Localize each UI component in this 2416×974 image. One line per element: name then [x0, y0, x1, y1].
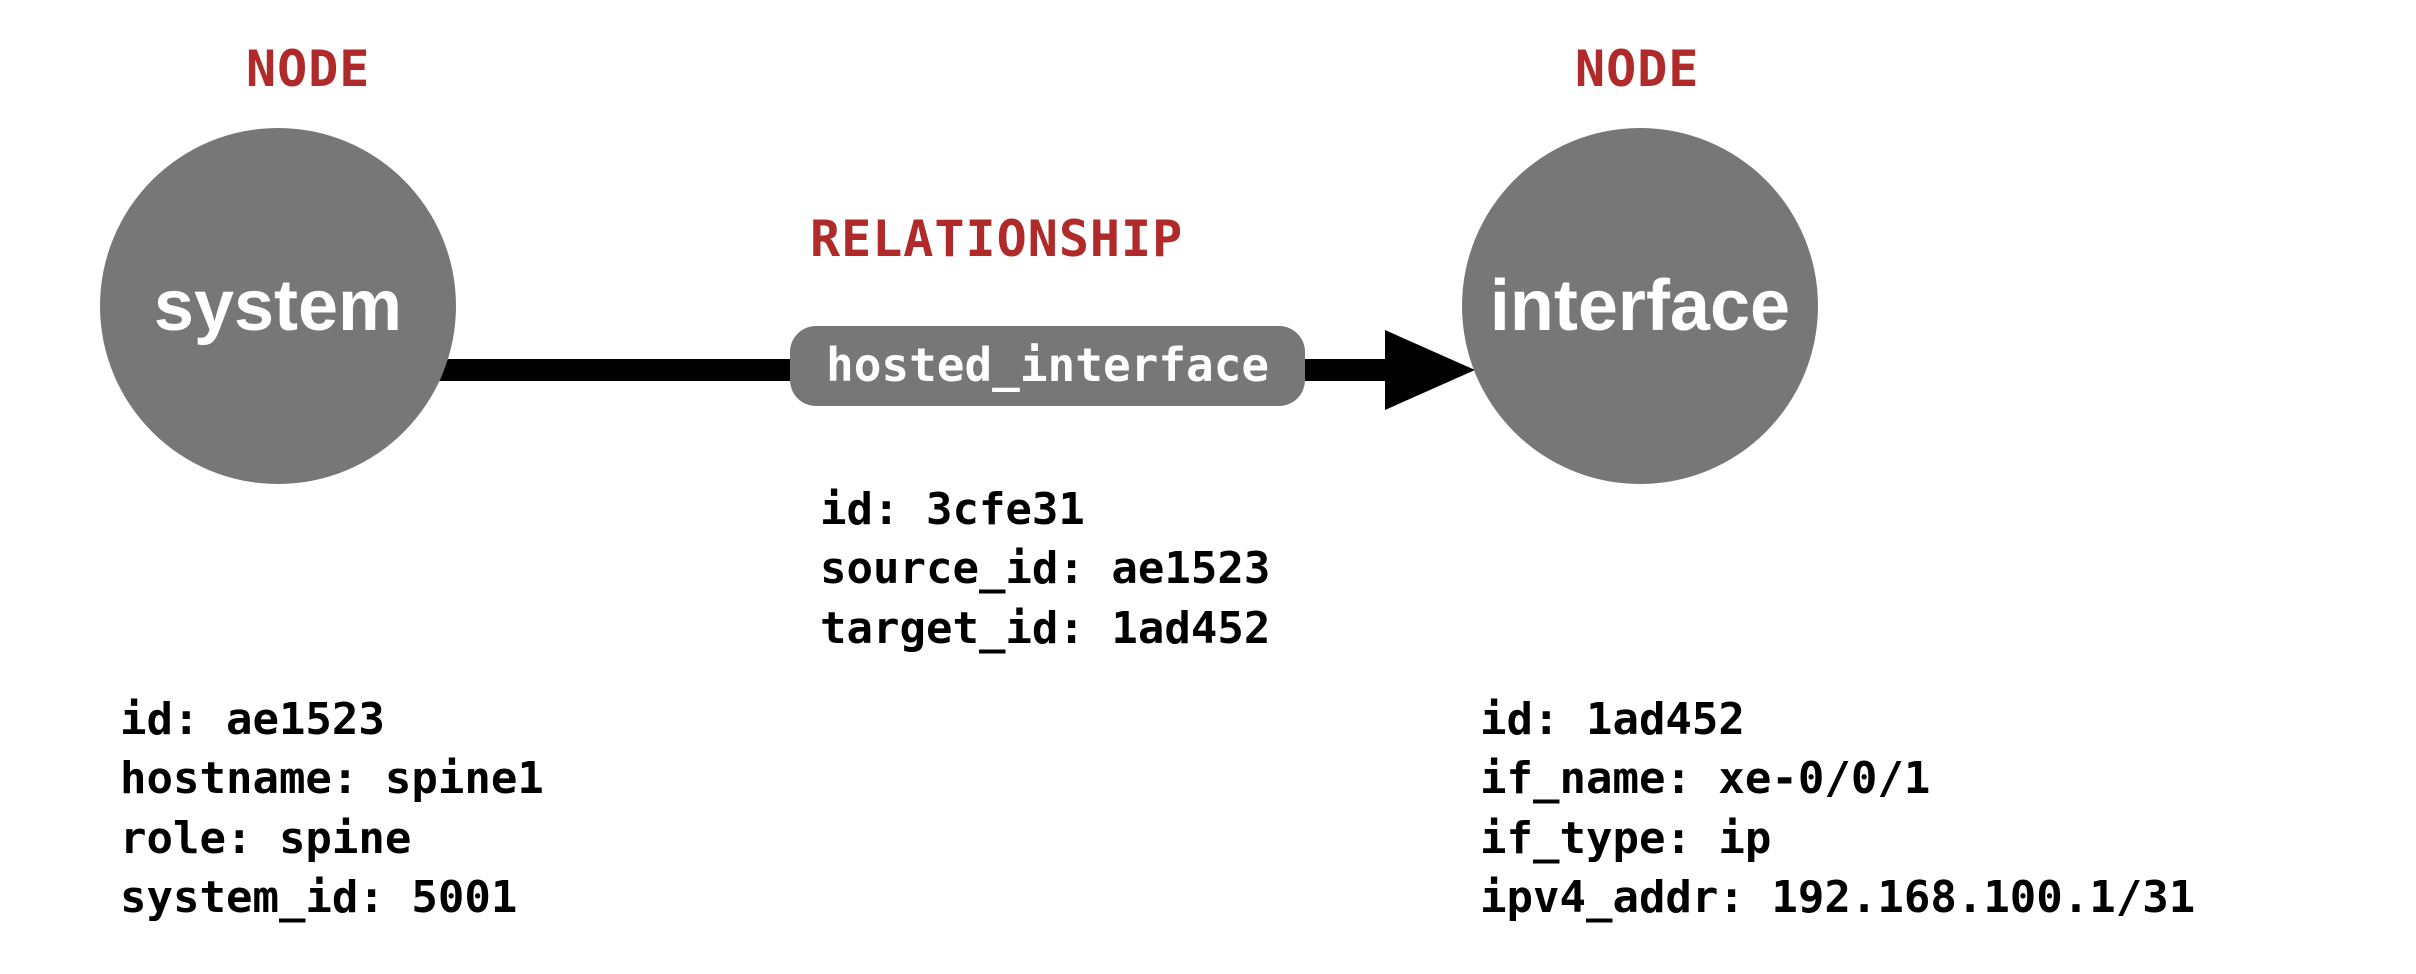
right-node-circle: interface [1462, 128, 1818, 484]
left-node-props: id: ae1523 hostname: spine1 role: spine … [120, 690, 544, 928]
relationship-header: RELATIONSHIP [810, 210, 1183, 268]
right-node-type: interface [1490, 265, 1790, 347]
left-node-type: system [154, 265, 402, 347]
left-node-circle: system [100, 128, 456, 484]
graph-diagram: NODE system id: ae1523 hostname: spine1 … [0, 0, 2416, 974]
right-node-props: id: 1ad452 if_name: xe-0/0/1 if_type: ip… [1480, 690, 2195, 928]
left-node-header: NODE [246, 40, 370, 98]
relationship-props: id: 3cfe31 source_id: ae1523 target_id: … [820, 480, 1270, 658]
relationship-pill: hosted_interface [790, 326, 1305, 406]
relationship-type: hosted_interface [826, 338, 1269, 392]
right-node-header: NODE [1575, 40, 1699, 98]
